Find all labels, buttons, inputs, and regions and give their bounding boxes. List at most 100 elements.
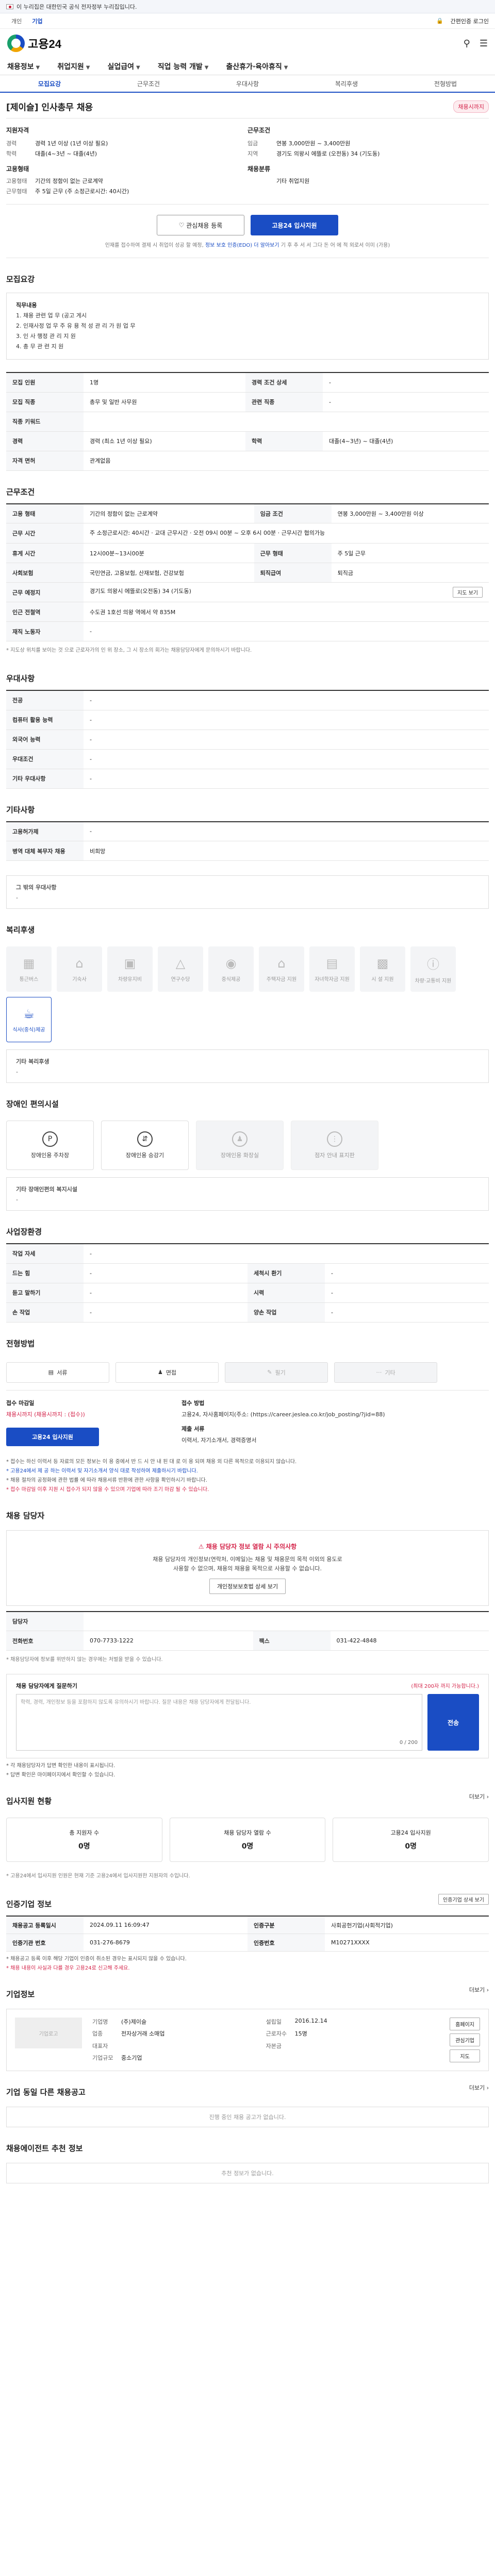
logo-mark-icon <box>7 35 25 52</box>
summary-left-title: 지원자격 <box>6 127 29 134</box>
disability-etc-box: 기타 장애인편의 복지시설 - <box>6 1177 489 1211</box>
apply-button[interactable]: 고용24 입사지원 <box>251 215 338 235</box>
stat-card: 총 지원자 수 0명 <box>6 1818 162 1862</box>
kv-key: 임금 <box>248 140 258 147</box>
send-button[interactable]: 전송 <box>427 1694 479 1751</box>
gnb-item-support[interactable]: 취업지원 ▼ <box>57 61 90 72</box>
row-key: 경력 <box>6 431 84 451</box>
row-key: 팩스 <box>253 1631 331 1651</box>
status-header: 입사지원 현황 더보기 › <box>6 1780 489 1812</box>
disability-etc-title: 기타 장애인편의 복지시설 <box>16 1186 77 1193</box>
row-key: 인증번호 <box>248 1934 325 1952</box>
section-title-cert: 인증기업 정보 <box>6 1900 52 1909</box>
etc-box-value: - <box>16 894 18 901</box>
gnb-item-jobs[interactable]: 채용정보 ▼ <box>7 61 40 72</box>
row-key: 우대조건 <box>6 749 84 769</box>
homepage-button[interactable]: 홈페이지 <box>450 2018 480 2030</box>
conditions-table: 고용 형태 기간의 정함이 없는 근로계약 임금 조건 연봉 3,000만원 ~ 3,… <box>6 503 489 641</box>
question-box: 채용 담당자에게 질문하기 (최대 200자 까지 가능합니다.) 학력, 경력… <box>6 1674 489 1758</box>
company-header: 기업정보 더보기 › <box>6 1973 489 2006</box>
info-key: 설립일 <box>266 2019 282 2025</box>
row-value: 경력 (최소 1년 이상 필요) <box>84 431 246 451</box>
deadline-value: 채용시까지 (채용시까지 : (접수)) <box>6 1411 85 1418</box>
logo[interactable]: 고용24 <box>7 35 61 52</box>
tab-preferences[interactable]: 우대사항 <box>198 75 297 92</box>
disability-item: ♟ 장애인용 화장실 <box>196 1121 284 1170</box>
welfare-item: ◉ 중식제공 <box>208 946 254 992</box>
fav-company-button[interactable]: 관심기업 <box>450 2033 480 2046</box>
row-key: 재직 노동자 <box>6 621 84 641</box>
company-map-button[interactable]: 지도 <box>450 2049 480 2062</box>
duty-line: 3. 인 사 행정 관 리 지 원 <box>16 333 76 340</box>
flask-icon: △ <box>175 956 186 971</box>
row-value: - <box>84 1283 248 1303</box>
deadline-badge: 채용시까지 <box>453 100 489 113</box>
gnb-item-training[interactable]: 직업 능력 개발 ▼ <box>158 61 209 72</box>
row-key: 고용 형태 <box>6 503 84 523</box>
menu-icon[interactable]: ☰ <box>480 38 488 49</box>
welfare-etc-title: 기타 복리후생 <box>16 1058 50 1065</box>
privacy-detail-button[interactable]: 개인정보보호법 상세 보기 <box>209 1578 286 1594</box>
duty-label: 직무내용 <box>16 302 37 309</box>
row-value: - <box>84 730 489 750</box>
summary: 지원자격 경력 경력 1년 이상 (1년 이상 필요) 학력 대졸(4~3년 ~ 대… <box>6 118 489 205</box>
scrap-button[interactable]: ♡ 관심채용 등록 <box>157 215 244 235</box>
row-value: 국민연금, 고용보험, 산재보험, 건강보험 <box>84 563 254 583</box>
question-textarea[interactable]: 학력, 경력, 개인정보 등을 포함하지 않도록 유의하시기 바랍니다. 질문 … <box>16 1694 422 1751</box>
gnb-label: 채용정보 <box>7 62 34 71</box>
company-box: 기업로고 기업명 (주)제이슬 설립일 2016.12.14 업종 전자상거래 소매업… <box>6 2009 489 2071</box>
cert-detail-button[interactable]: 인증기업 상세 보기 <box>438 1894 489 1905</box>
gnb-label: 취업지원 <box>57 62 84 71</box>
row-value: 031-276-8679 <box>84 1934 248 1952</box>
chevron-down-icon: ▼ <box>204 64 209 71</box>
section-title-process: 전형방법 <box>6 1338 35 1348</box>
welfare-label: 차량유지비 <box>118 976 142 982</box>
apply-col-right: 접수 방법 고용24, 자사홈페이지(주소: (https://career.j… <box>182 1399 489 1446</box>
row-key: 듣고 말하기 <box>6 1283 84 1303</box>
row-key: 학력 <box>245 431 323 451</box>
tab-conditions[interactable]: 근무조건 <box>99 75 198 92</box>
table-row: 전공 - <box>6 690 489 710</box>
tab-welfare[interactable]: 복리후생 <box>297 75 396 92</box>
summary-right-title: 근무조건 <box>248 127 271 134</box>
stat-cards: 총 지원자 수 0명 채용 담당자 열람 수 0명 고용24 입사지원 0명 <box>6 1812 489 1867</box>
tab-personal[interactable]: 개인 <box>6 15 27 27</box>
login-link[interactable]: 간편인증 로그인 <box>451 17 489 25</box>
row-key: 모집 직종 <box>6 392 84 412</box>
row-value: - <box>84 690 489 710</box>
row-key: 퇴직급여 <box>254 563 332 583</box>
status-more-link[interactable]: 더보기 › <box>469 1792 489 1801</box>
more-label: 더보기 <box>469 1793 485 1800</box>
row-key: 인근 전철역 <box>6 602 84 622</box>
gnb-item-leave[interactable]: 출산휴가·육아휴직 ▼ <box>226 61 288 72</box>
chevron-right-icon: › <box>486 2084 489 2091</box>
summary-right: 근무조건 임금 연봉 3,000만원 ~ 3,400만원 지역 경기도 의왕시 에뜰… <box>248 126 489 197</box>
disability-item: P 장애인용 주차장 <box>6 1121 94 1170</box>
info-value <box>295 2042 440 2050</box>
table-row: 재직 노동자 - <box>6 621 489 641</box>
company-more-link[interactable]: 더보기 › <box>469 1986 489 1994</box>
note-link[interactable]: 정보 보호 인증(EDO) 더 알아보기 <box>205 243 279 248</box>
section-title-conditions: 근무조건 <box>6 487 35 497</box>
table-row: 근무 시간 주 소정근로시간: 40시간 · 교대 근무시간 · 오전 09시 0… <box>6 523 489 544</box>
row-value: 주 5일 근무 <box>331 543 489 563</box>
welfare-item-active: ☕ 식사(중식)제공 <box>6 997 52 1042</box>
row-value: - <box>84 1244 489 1264</box>
method-label: 서류 <box>57 1369 68 1376</box>
gov-banner: 이 누리집은 대한민국 공식 전자정부 누리집입니다. <box>0 0 495 13</box>
tab-recruit[interactable]: 모집요강 <box>0 75 99 92</box>
table-row: 자격 면허 관계없음 <box>6 451 489 471</box>
table-row: 모집 직종 총무 및 일반 사무원 관련 직종 - <box>6 392 489 412</box>
other-jobs-more-link[interactable]: 더보기 › <box>469 2083 489 2092</box>
search-icon[interactable]: ⚲ <box>464 38 470 49</box>
apply-button-secondary[interactable]: 고용24 입사지원 <box>6 1427 99 1446</box>
meal-icon: ◉ <box>225 956 237 971</box>
table-row: 전화번호 070-7733-1222 팩스 031-422-4848 <box>6 1631 489 1651</box>
status-note: * 고용24에서 입사지원 인원은 현재 기준 고용24에서 입사지원한 지원자… <box>6 1873 190 1879</box>
map-button[interactable]: 지도 보기 <box>453 587 483 598</box>
gnb-item-unemployment[interactable]: 실업급여 ▼ <box>107 61 140 72</box>
parking-icon: P <box>42 1131 58 1147</box>
tab-process[interactable]: 전형방법 <box>396 75 495 92</box>
etc-box-title: 그 밖의 우대사항 <box>16 884 57 891</box>
tab-corp[interactable]: 기업 <box>27 15 47 27</box>
